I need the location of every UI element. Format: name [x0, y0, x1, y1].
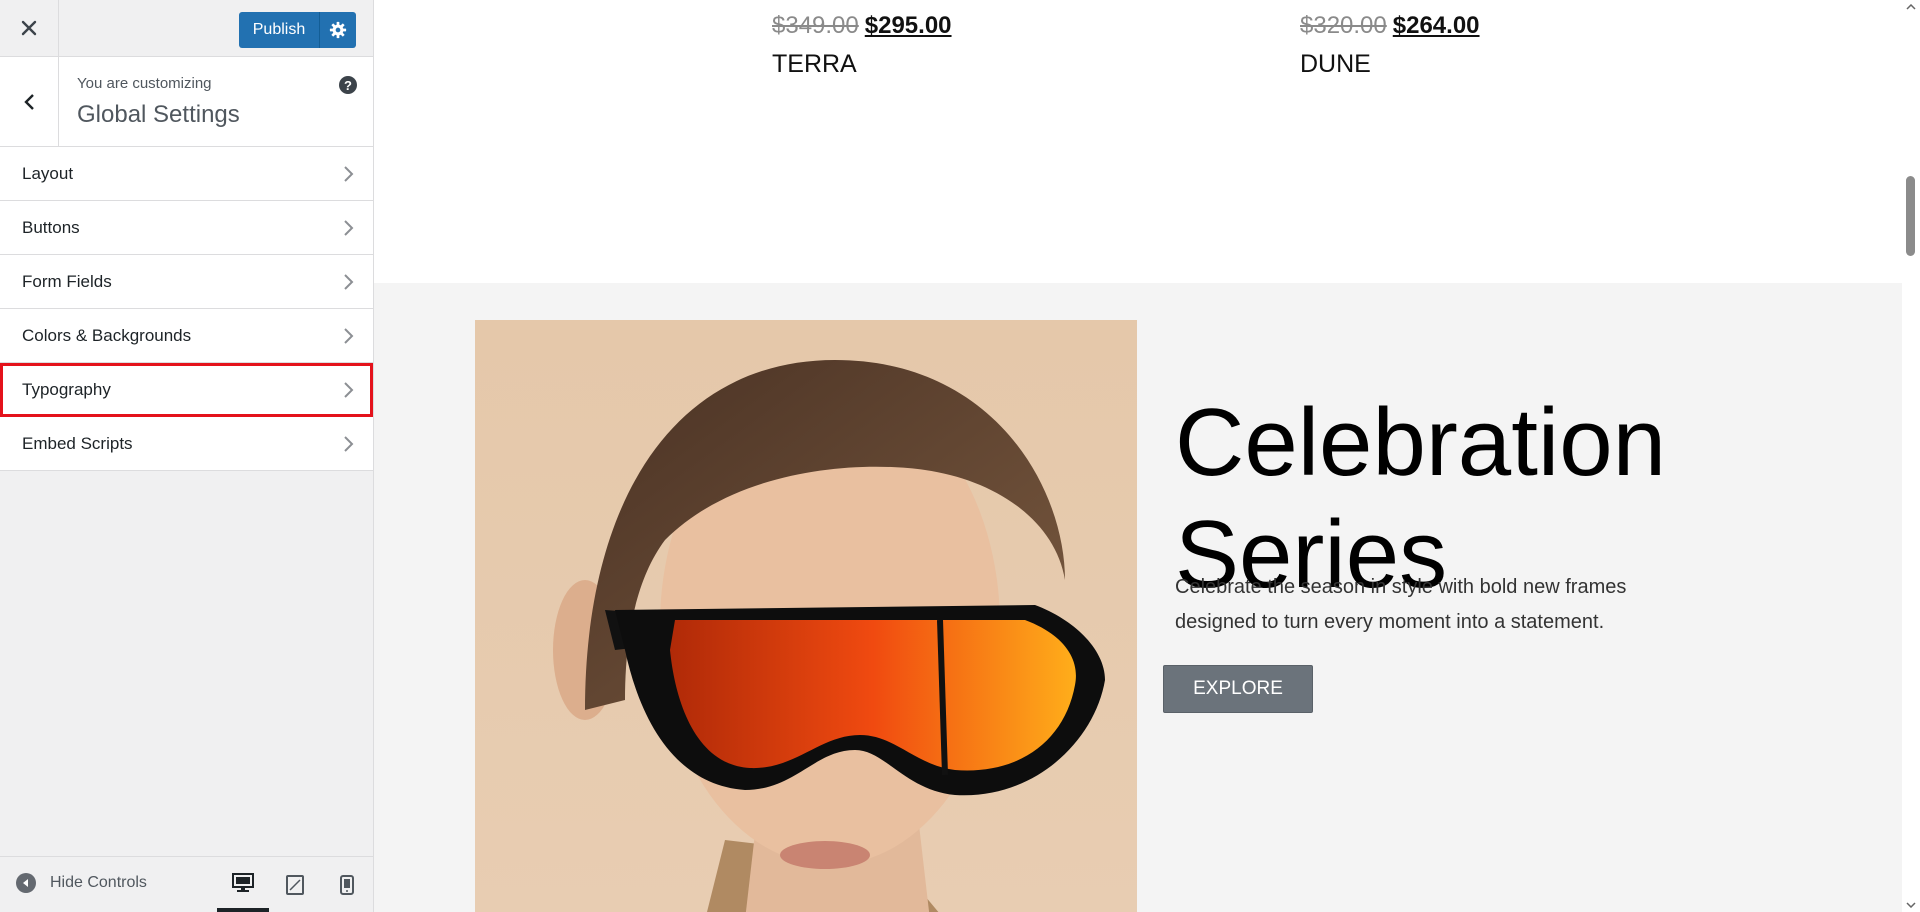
menu-item-label: Typography: [22, 380, 111, 399]
menu-item-form-fields[interactable]: Form Fields: [0, 255, 373, 309]
customizer-sidebar: Publish You are customizing Global Setti…: [0, 0, 374, 912]
preview-scrollbar[interactable]: [1902, 0, 1920, 912]
settings-menu: Layout Buttons Form Fields Colors & Back…: [0, 147, 373, 471]
menu-item-label: Form Fields: [22, 272, 112, 291]
old-price: $320.00: [1300, 12, 1387, 39]
customizing-label: You are customizing: [77, 75, 212, 92]
scroll-down-arrow-icon[interactable]: [1902, 898, 1920, 912]
product-card[interactable]: $349.00 $295.00 TERRA: [772, 12, 952, 79]
site-preview: $349.00 $295.00 TERRA $320.00 $264.00 DUNE: [374, 0, 1902, 912]
collapse-arrow-icon: [16, 873, 36, 893]
menu-item-label: Layout: [22, 164, 74, 183]
scrollbar-thumb[interactable]: [1906, 176, 1915, 256]
section-title: Global Settings: [77, 101, 240, 128]
mobile-icon: [340, 874, 354, 895]
hide-controls-label: Hide Controls: [50, 874, 147, 891]
chevron-left-icon: [24, 93, 34, 110]
close-icon: [21, 20, 37, 36]
menu-item-typography[interactable]: Typography: [0, 363, 373, 417]
chevron-right-icon: [344, 382, 354, 398]
product-name[interactable]: TERRA: [772, 50, 952, 79]
menu-item-buttons[interactable]: Buttons: [0, 201, 373, 255]
old-price: $349.00: [772, 12, 859, 39]
preview-tablet-button[interactable]: [269, 857, 321, 912]
chevron-right-icon: [344, 328, 354, 344]
gear-icon: [329, 21, 347, 39]
chevron-right-icon: [344, 220, 354, 236]
menu-item-layout[interactable]: Layout: [0, 147, 373, 201]
scroll-up-arrow-icon[interactable]: [1902, 0, 1920, 14]
menu-item-label: Colors & Backgrounds: [22, 326, 192, 345]
chevron-right-icon: [344, 166, 354, 182]
sidebar-footer: Hide Controls: [0, 856, 373, 912]
menu-item-label: Embed Scripts: [22, 434, 133, 453]
menu-item-label: Buttons: [22, 218, 80, 237]
product-price: $349.00 $295.00: [772, 12, 952, 40]
menu-item-embed-scripts[interactable]: Embed Scripts: [0, 417, 373, 471]
sale-price[interactable]: $295.00: [865, 12, 952, 39]
section-info-panel: You are customizing Global Settings ?: [0, 57, 373, 147]
back-button[interactable]: [0, 57, 59, 146]
woman-with-sunglasses-illustration: [475, 320, 1137, 912]
hero-title-line1: Celebration: [1175, 389, 1666, 497]
chevron-right-icon: [344, 274, 354, 290]
menu-item-colors-backgrounds[interactable]: Colors & Backgrounds: [0, 309, 373, 363]
product-name[interactable]: DUNE: [1300, 50, 1480, 79]
hide-controls-button[interactable]: Hide Controls: [16, 873, 147, 893]
explore-button[interactable]: EXPLORE: [1163, 665, 1313, 713]
hero-image: [475, 320, 1137, 912]
hero-description: Celebrate the season in style with bold …: [1175, 576, 1627, 633]
product-card[interactable]: $320.00 $264.00 DUNE: [1300, 12, 1480, 79]
close-customizer-button[interactable]: [0, 0, 59, 56]
chevron-right-icon: [344, 436, 354, 452]
desktop-icon: [232, 872, 254, 892]
help-icon[interactable]: ?: [339, 76, 357, 94]
sidebar-header: Publish: [0, 0, 373, 57]
publish-button[interactable]: Publish: [239, 12, 319, 48]
publish-settings-button[interactable]: [319, 12, 356, 48]
sale-price[interactable]: $264.00: [1393, 12, 1480, 39]
hero-section: Celebration Series Celebrate the season i…: [374, 283, 1902, 912]
preview-desktop-button[interactable]: [217, 857, 269, 912]
publish-button-group: Publish: [239, 12, 356, 48]
preview-mobile-button[interactable]: [321, 857, 373, 912]
product-price: $320.00 $264.00: [1300, 12, 1480, 40]
tablet-icon: [286, 874, 304, 895]
